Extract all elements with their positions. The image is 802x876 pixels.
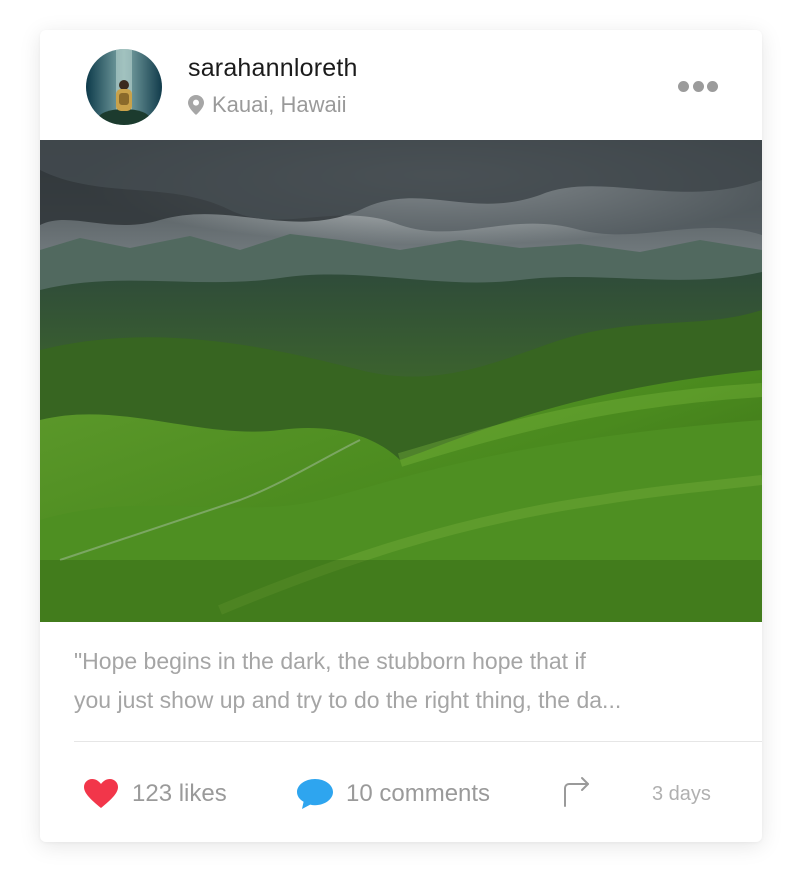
location-pin-icon	[188, 95, 204, 115]
username[interactable]: sarahannloreth	[188, 54, 358, 83]
share-button[interactable]	[562, 776, 592, 808]
heart-icon	[84, 779, 118, 809]
avatar[interactable]	[86, 49, 162, 125]
comment-button[interactable]: 10 comments	[296, 770, 490, 818]
post-timestamp: 3 days	[652, 782, 711, 805]
location-label: Kauai, Hawaii	[212, 92, 347, 117]
share-arrow-icon	[564, 777, 589, 807]
post-caption[interactable]: "Hope begins in the dark, the stubborn h…	[74, 642, 734, 720]
post-header: sarahannloreth Kauai, Hawaii	[40, 30, 762, 140]
location[interactable]: Kauai, Hawaii	[188, 92, 347, 118]
likes-count: 123 likes	[132, 780, 227, 807]
more-options-button[interactable]	[678, 80, 718, 92]
divider	[74, 741, 762, 742]
post-photo[interactable]	[40, 140, 762, 622]
post-footer: 123 likes 10 comments 3 days	[40, 770, 762, 818]
caption-line: "Hope begins in the dark, the stubborn h…	[74, 648, 586, 674]
speech-bubble-icon	[296, 778, 334, 810]
more-dots-icon	[707, 80, 718, 92]
more-dots-icon	[692, 80, 704, 92]
caption-line: you just show up and try to do the right…	[74, 687, 622, 713]
like-button[interactable]: 123 likes	[84, 770, 227, 818]
more-dots-icon	[678, 80, 689, 92]
comments-count: 10 comments	[346, 780, 491, 807]
post-card: sarahannloreth Kauai, Hawaii "Hope begin…	[40, 30, 762, 842]
